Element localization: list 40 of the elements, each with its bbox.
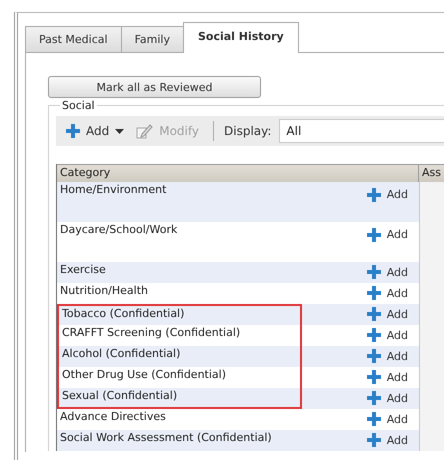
- mark-all-reviewed-button[interactable]: Mark all as Reviewed: [48, 76, 261, 98]
- group-title: Social: [60, 99, 97, 112]
- display-field[interactable]: All: [279, 119, 444, 143]
- display-label: Display:: [224, 124, 272, 138]
- plus-icon: [366, 412, 381, 426]
- category-cell-text: Advance Directives: [59, 409, 167, 425]
- plus-icon: [366, 228, 381, 242]
- add-button[interactable]: Add: [360, 391, 414, 406]
- caret-icon: [115, 128, 124, 134]
- add-button[interactable]: Add: [360, 286, 414, 301]
- add-button[interactable]: Add: [360, 182, 414, 203]
- category-cell-text: Social Work Assessment (Confidential): [59, 430, 273, 446]
- plus-icon: [366, 286, 381, 300]
- plus-icon: [366, 188, 381, 202]
- category-cell-text: Exercise: [59, 262, 107, 278]
- tab[interactable]: Social History: [182, 22, 299, 53]
- add-button[interactable]: Add: [360, 222, 414, 243]
- add-button[interactable]: Add: [360, 328, 414, 343]
- plus-icon: [366, 328, 381, 342]
- category-cell-text: Nutrition/Health: [59, 283, 149, 299]
- plus-icon: [366, 391, 381, 405]
- column-header[interactable]: Ass: [419, 165, 444, 182]
- add-button[interactable]: Add: [360, 349, 414, 364]
- add-button[interactable]: Add: [360, 433, 414, 448]
- plus-icon: [366, 349, 381, 363]
- add-button[interactable]: Add: [62, 124, 128, 138]
- pencil-icon: [136, 124, 154, 138]
- category-cell-text: Daycare/School/Work: [59, 222, 178, 238]
- plus-icon: [366, 433, 381, 447]
- category-cell-text: Home/Environment: [59, 182, 168, 198]
- add-button[interactable]: Add: [360, 307, 414, 322]
- plus-icon: [66, 124, 80, 138]
- add-button[interactable]: Add: [360, 412, 414, 427]
- add-button[interactable]: Add: [360, 370, 414, 385]
- plus-icon: [366, 265, 381, 279]
- tab[interactable]: Family: [120, 26, 184, 52]
- plus-icon: [366, 307, 381, 321]
- add-button[interactable]: Add: [360, 265, 414, 280]
- tab[interactable]: Past Medical: [25, 26, 122, 52]
- plus-icon: [366, 370, 381, 384]
